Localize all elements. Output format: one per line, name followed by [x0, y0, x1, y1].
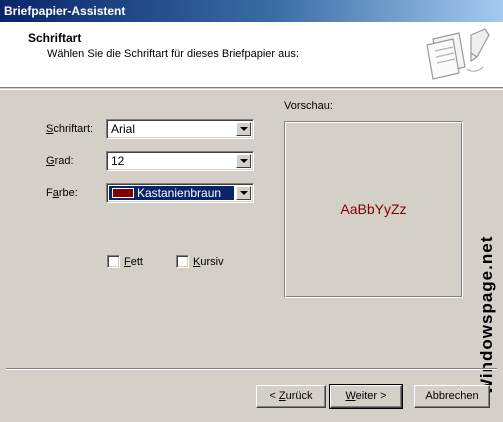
preview-sample: AaBbYyZz	[340, 201, 407, 217]
wizard-header: Schriftart Wählen Sie die Schriftart für…	[0, 22, 503, 88]
color-value: Kastanienbraun	[137, 186, 222, 200]
bold-label[interactable]: Fett	[124, 256, 143, 268]
footer-separator-highlight	[6, 369, 497, 370]
watermark: Windowspage.net	[477, 235, 496, 395]
italic-checkbox[interactable]	[176, 255, 189, 268]
color-label: Farbe:	[46, 187, 78, 199]
next-button-label: Weiter >	[345, 390, 387, 402]
next-button[interactable]: Weiter >	[329, 384, 403, 409]
cancel-button[interactable]: Abbrechen	[414, 385, 490, 408]
header-separator	[0, 89, 503, 90]
font-label: Schriftart:	[46, 123, 94, 135]
page-title: Schriftart	[28, 31, 82, 45]
bold-checkbox[interactable]	[107, 255, 120, 268]
window-title: Briefpapier-Assistent	[0, 0, 503, 22]
italic-label[interactable]: Kursiv	[193, 256, 224, 268]
back-button[interactable]: < Zurück	[256, 385, 326, 408]
size-combobox[interactable]: 12	[106, 151, 254, 171]
preview-label: Vorschau:	[284, 100, 333, 112]
size-label: Grad:	[46, 155, 74, 167]
chevron-down-icon	[240, 127, 248, 131]
color-dropdown-button[interactable]	[236, 186, 251, 200]
font-dropdown-button[interactable]	[236, 122, 251, 136]
color-combobox[interactable]: Kastanienbraun	[106, 183, 254, 203]
font-combobox[interactable]: Arial	[106, 119, 254, 139]
stationery-pen-icon	[426, 28, 490, 80]
chevron-down-icon	[240, 159, 248, 163]
size-dropdown-button[interactable]	[236, 154, 251, 168]
preview-box: AaBbYyZz	[284, 121, 463, 298]
font-value: Arial	[111, 122, 136, 136]
chevron-down-icon	[240, 191, 248, 195]
page-subtitle: Wählen Sie die Schriftart für dieses Bri…	[47, 48, 299, 60]
size-value: 12	[111, 154, 125, 168]
color-swatch	[112, 188, 134, 198]
